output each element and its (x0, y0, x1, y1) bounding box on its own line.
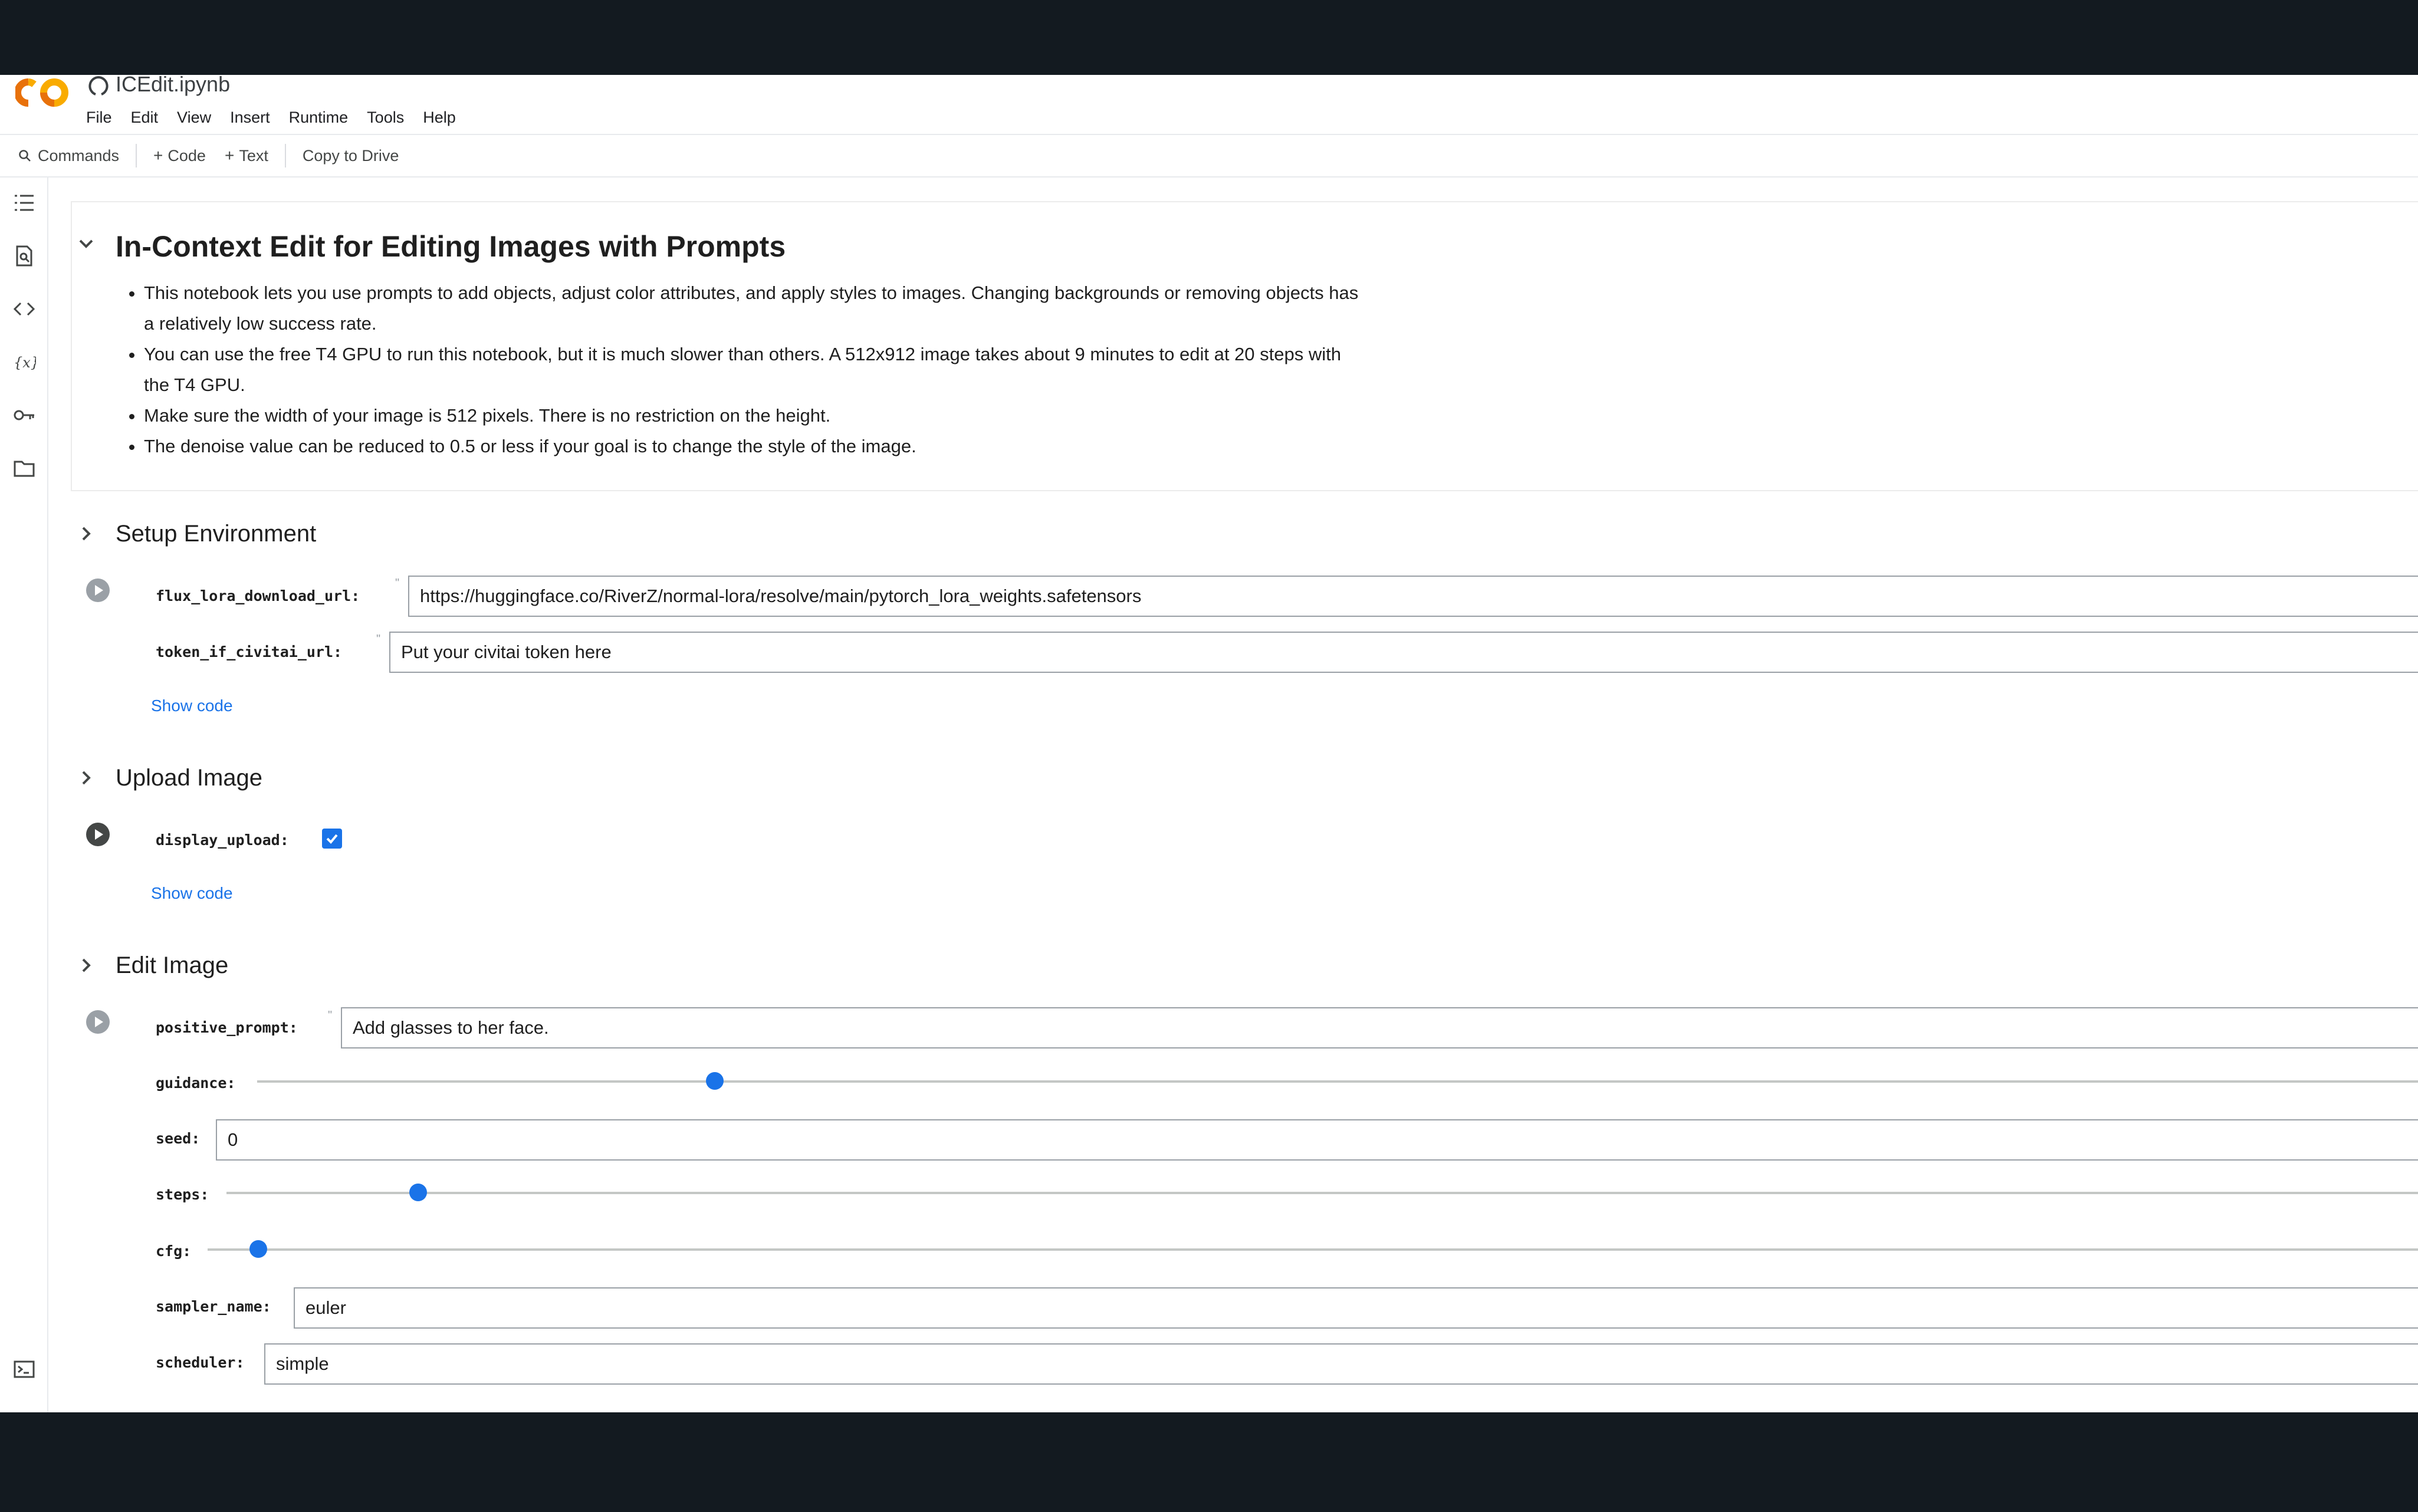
positive-prompt-label: positive_prompt: (156, 1019, 298, 1036)
menu-help[interactable]: Help (423, 106, 465, 129)
chevron-right-icon[interactable] (75, 523, 97, 544)
terminal-icon[interactable] (12, 1357, 37, 1382)
menu-insert[interactable]: Insert (230, 106, 280, 129)
variables-icon[interactable]: {x} (12, 350, 37, 374)
field-marker: " (395, 577, 400, 590)
copy-to-drive-button[interactable]: Copy to Drive (303, 135, 399, 176)
plus-icon: + (224, 146, 235, 165)
seed-label: seed: (156, 1130, 201, 1147)
field-marker: " (376, 633, 381, 646)
intro-bullet-list: This notebook lets you use prompts to ad… (132, 278, 1359, 462)
table-of-contents-icon[interactable] (12, 190, 37, 215)
svg-text:{x}: {x} (14, 354, 36, 371)
list-item: Make sure the width of your image is 512… (144, 400, 1359, 431)
code-snippets-icon[interactable] (12, 297, 37, 321)
run-cell-button[interactable] (85, 1009, 111, 1035)
header: ICEdit.ipynb File Edit View Insert Runti… (0, 75, 2418, 134)
notebook-content: In-Context Edit for Editing Images with … (50, 178, 2418, 1412)
add-text-button[interactable]: + Text (225, 135, 268, 176)
positive-prompt-input[interactable]: Add glasses to her face. (341, 1007, 2418, 1048)
menu-tools[interactable]: Tools (367, 106, 413, 129)
secrets-key-icon[interactable] (12, 403, 37, 428)
run-cell-button[interactable] (85, 821, 111, 847)
show-code-link[interactable]: Show code (151, 696, 233, 715)
guidance-slider-thumb[interactable] (706, 1072, 724, 1090)
left-sidebar: {x} (0, 178, 48, 1412)
sampler-name-input[interactable]: euler (294, 1287, 2418, 1329)
menu-file[interactable]: File (86, 106, 121, 129)
show-code-link[interactable]: Show code (151, 884, 233, 903)
colab-window: ICEdit.ipynb File Edit View Insert Runti… (0, 75, 2418, 1412)
intro-heading: In-Context Edit for Editing Images with … (116, 230, 786, 263)
notebook-title[interactable]: ICEdit.ipynb (116, 75, 230, 97)
toolbar-divider (136, 144, 137, 167)
steps-slider-track[interactable] (226, 1192, 2418, 1194)
display-upload-label: display_upload: (156, 831, 289, 849)
seed-input[interactable]: 0 (216, 1119, 2418, 1161)
commands-button[interactable]: Commands (18, 135, 119, 176)
flux-url-input[interactable]: https://huggingface.co/RiverZ/normal-lor… (408, 576, 2418, 617)
scheduler-input[interactable]: simple (264, 1343, 2418, 1385)
commands-label: Commands (38, 146, 120, 165)
section-title-edit: Edit Image (116, 952, 229, 978)
guidance-label: guidance: (156, 1074, 236, 1092)
github-icon (88, 76, 109, 96)
section-title-upload: Upload Image (116, 765, 263, 791)
files-folder-icon[interactable] (12, 456, 37, 481)
add-code-button[interactable]: + Code (153, 135, 206, 176)
sampler-name-label: sampler_name: (156, 1298, 271, 1315)
list-item: You can use the free T4 GPU to run this … (144, 339, 1359, 400)
display-upload-checkbox[interactable] (322, 829, 342, 849)
cfg-label: cfg: (156, 1243, 192, 1260)
section-title-setup: Setup Environment (116, 521, 317, 547)
chevron-right-icon[interactable] (75, 767, 97, 788)
scheduler-label: scheduler: (156, 1354, 245, 1371)
run-cell-button[interactable] (85, 577, 111, 603)
menu-view[interactable]: View (177, 106, 221, 129)
menu-bar: File Edit View Insert Runtime Tools Help (86, 106, 475, 129)
list-item: The denoise value can be reduced to 0.5 … (144, 431, 1359, 462)
add-code-label: Code (167, 146, 206, 165)
chevron-right-icon[interactable] (75, 955, 97, 976)
menu-runtime[interactable]: Runtime (289, 106, 358, 129)
civitai-token-label: token_if_civitai_url: (156, 643, 343, 660)
chevron-down-icon[interactable] (75, 233, 97, 254)
steps-slider-thumb[interactable] (409, 1184, 427, 1201)
search-icon (19, 150, 31, 162)
find-replace-icon[interactable] (12, 244, 37, 268)
flux-url-label: flux_lora_download_url: (156, 587, 360, 604)
add-text-label: Text (239, 146, 268, 165)
cfg-slider-track[interactable] (208, 1248, 2418, 1251)
cfg-slider-thumb[interactable] (249, 1240, 268, 1258)
civitai-token-input[interactable]: Put your civitai token here (389, 632, 2418, 673)
toolbar: Commands + Code + Text Copy to Drive (0, 134, 2418, 178)
steps-label: steps: (156, 1186, 209, 1203)
copy-to-drive-label: Copy to Drive (302, 146, 399, 165)
guidance-slider-track[interactable] (257, 1080, 2418, 1083)
colab-logo-icon[interactable] (15, 75, 72, 110)
field-marker: " (328, 1009, 333, 1022)
checkmark-icon (326, 834, 338, 844)
menu-edit[interactable]: Edit (131, 106, 168, 129)
plus-icon: + (153, 146, 163, 165)
list-item: This notebook lets you use prompts to ad… (144, 278, 1359, 339)
toolbar-divider (284, 144, 286, 167)
